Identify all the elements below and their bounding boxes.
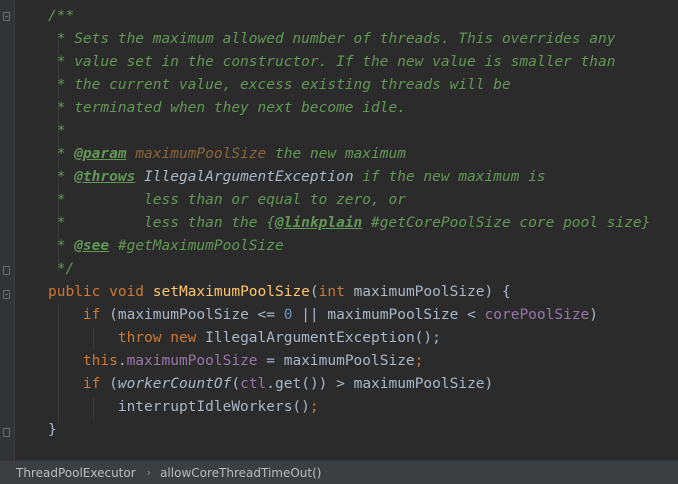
- breadcrumb-separator-icon: ›: [146, 466, 152, 479]
- code-token: ): [589, 307, 599, 323]
- code-line: *: [48, 120, 650, 143]
- code-token: * Sets the maximum allowed number of thr…: [48, 31, 616, 47]
- code-token: #getMaximumPoolSize: [109, 238, 284, 254]
- code-token: interruptIdleWorkers(): [48, 399, 310, 415]
- fold-toggle-icon[interactable]: [3, 12, 10, 21]
- code-token: the new maximum: [266, 146, 406, 162]
- code-token: */: [48, 261, 75, 277]
- code-line: /**: [48, 5, 650, 28]
- code-token: @param: [74, 146, 127, 162]
- code-token: @see: [74, 238, 110, 254]
- code-token: ;: [309, 399, 319, 415]
- code-token: workerCountOf: [117, 376, 232, 392]
- code-line: this.maximumPoolSize = maximumPoolSize;: [48, 350, 650, 373]
- code-token: ctl: [240, 376, 267, 392]
- code-token: corePoolSize: [484, 307, 590, 323]
- code-token: this: [82, 353, 118, 369]
- fold-end-icon[interactable]: [3, 266, 10, 275]
- code-token: @throws: [74, 169, 136, 185]
- code-token: *: [48, 146, 75, 162]
- code-token: = maximumPoolSize: [257, 353, 415, 369]
- fold-toggle-icon[interactable]: [3, 290, 10, 299]
- code-token: * value set in the constructor. If the n…: [48, 54, 616, 70]
- code-token: IllegalArgumentException: [144, 169, 354, 185]
- code-line: * @throws IllegalArgumentException if th…: [48, 166, 650, 189]
- code-token: if: [82, 376, 110, 392]
- code-token: || maximumPoolSize <: [292, 307, 485, 323]
- code-token: * the current value, excess existing thr…: [48, 77, 511, 93]
- code-area[interactable]: /** * Sets the maximum allowed number of…: [48, 5, 650, 442]
- fold-end-icon[interactable]: [3, 428, 10, 437]
- code-line: * Sets the maximum allowed number of thr…: [48, 28, 650, 51]
- code-line: if (workerCountOf(ctl.get()) > maximumPo…: [48, 373, 650, 396]
- code-line: */: [48, 258, 650, 281]
- code-token: (: [309, 284, 319, 300]
- code-token: throw new: [117, 330, 206, 346]
- code-token: IllegalArgumentException();: [205, 330, 441, 346]
- code-line: public void setMaximumPoolSize(int maxim…: [48, 281, 650, 304]
- code-token: (: [231, 376, 241, 392]
- code-token: /**: [48, 8, 75, 24]
- code-line: if (maximumPoolSize <= 0 || maximumPoolS…: [48, 304, 650, 327]
- code-token: maximumPoolSize: [126, 353, 258, 369]
- code-token: * less than the {: [48, 215, 275, 231]
- code-token: if the new maximum is: [353, 169, 546, 185]
- code-token: ;: [414, 353, 424, 369]
- code-token: @linkplain: [274, 215, 363, 231]
- code-token: .get()) > maximumPoolSize): [266, 376, 494, 392]
- code-token: #getCorePoolSize core pool size}: [362, 215, 651, 231]
- code-token: * terminated when they next become idle.: [48, 100, 406, 116]
- code-line: * @see #getMaximumPoolSize: [48, 235, 650, 258]
- code-line: interruptIdleWorkers();: [48, 396, 650, 419]
- code-editor[interactable]: /** * Sets the maximum allowed number of…: [0, 0, 678, 460]
- code-token: maximumPoolSize: [135, 146, 267, 162]
- code-token: setMaximumPoolSize: [152, 284, 310, 300]
- code-token: }: [48, 422, 57, 438]
- code-token: .: [117, 353, 127, 369]
- code-token: (maximumPoolSize <=: [109, 307, 284, 323]
- code-token: * less than or equal to zero, or: [48, 192, 406, 208]
- breadcrumb-method[interactable]: allowCoreThreadTimeOut(): [160, 466, 321, 480]
- code-token: *: [48, 123, 66, 139]
- code-line: * less than or equal to zero, or: [48, 189, 650, 212]
- code-line: * the current value, excess existing thr…: [48, 74, 650, 97]
- code-line: * value set in the constructor. If the n…: [48, 51, 650, 74]
- code-token: *: [48, 169, 75, 185]
- code-token: if: [82, 307, 110, 323]
- breadcrumb: ThreadPoolExecutor › allowCoreThreadTime…: [0, 460, 678, 484]
- code-line: }: [48, 419, 650, 442]
- code-token: int: [318, 284, 354, 300]
- code-line: * terminated when they next become idle.: [48, 97, 650, 120]
- code-line: * less than the {@linkplain #getCorePool…: [48, 212, 651, 235]
- breadcrumb-class[interactable]: ThreadPoolExecutor: [16, 466, 136, 480]
- code-token: (: [109, 376, 118, 392]
- code-token: maximumPoolSize) {: [353, 284, 511, 300]
- editor-gutter[interactable]: [0, 0, 15, 460]
- code-line: throw new IllegalArgumentException();: [48, 327, 650, 350]
- code-token: *: [48, 238, 75, 254]
- code-token: public void: [48, 284, 153, 300]
- code-line: * @param maximumPoolSize the new maximum: [48, 143, 650, 166]
